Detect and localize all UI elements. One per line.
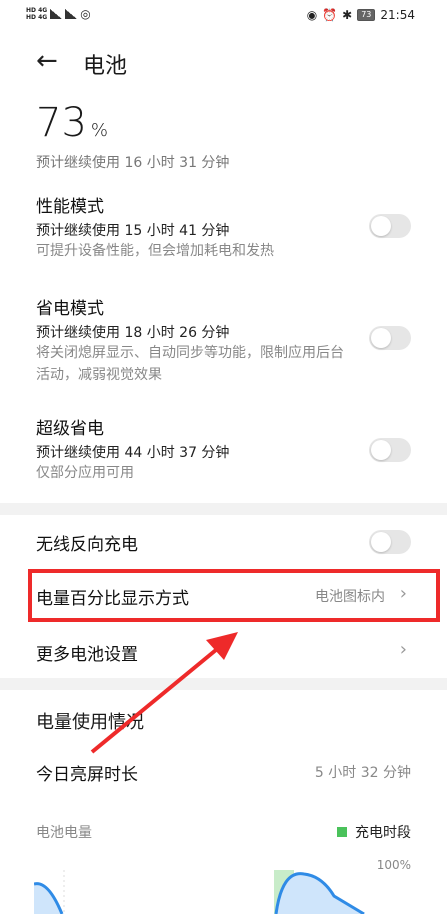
more-settings-label: 更多电池设置	[36, 645, 138, 665]
bluetooth-icon: ✱	[342, 8, 353, 22]
mode-desc: 可提升设备性能，但会增加耗电和发热	[36, 243, 274, 259]
mode-title: 性能模式	[36, 197, 104, 217]
status-right: ◉ ⏰ ✱ 73 21:54	[307, 8, 415, 22]
mode-estimate: 预计继续使用 44 小时 37 分钟	[36, 445, 230, 461]
mode-desc: 将关闭熄屏显示、自动同步等功能，限制应用后台活动，减弱视觉效果	[36, 345, 344, 383]
ultra-power-saving-toggle[interactable]	[369, 438, 411, 462]
usage-title: 电量使用情况	[36, 712, 144, 733]
more-settings-row[interactable]: 更多电池设置 ›	[0, 628, 447, 674]
battery-percent: 73%	[36, 100, 109, 146]
mode-desc: 仅部分应用可用	[36, 465, 134, 481]
highlight-box	[28, 569, 440, 622]
ultra-power-saving-row[interactable]: 超级省电 预计继续使用 44 小时 37 分钟 仅部分应用可用	[0, 412, 447, 488]
legend-swatch	[337, 827, 347, 837]
eye-icon: ◉	[306, 8, 318, 22]
screen-time-row: 今日亮屏时长 5 小时 32 分钟	[0, 750, 447, 796]
section-divider	[0, 503, 447, 515]
battery-chart	[34, 870, 365, 914]
alarm-icon: ⏰	[322, 8, 338, 22]
performance-mode-toggle[interactable]	[369, 214, 411, 238]
power-saving-toggle[interactable]	[369, 326, 411, 350]
chart-legend: 充电时段	[337, 822, 411, 842]
remaining-time: 预计继续使用 16 小时 31 分钟	[36, 155, 230, 171]
mode-title: 超级省电	[36, 419, 104, 439]
chevron-right-icon: ›	[399, 639, 407, 660]
mode-estimate: 预计继续使用 15 小时 41 分钟	[36, 223, 230, 239]
wireless-reverse-label: 无线反向充电	[36, 535, 138, 555]
top-bar: ← 电池	[0, 40, 447, 84]
section-divider	[0, 678, 447, 690]
wifi-icon: ◎	[80, 7, 91, 21]
wireless-reverse-row[interactable]: 无线反向充电	[0, 518, 447, 564]
chart-label: 电池电量	[36, 825, 92, 841]
network-type: HD 4G HD 4G	[26, 7, 48, 21]
wireless-reverse-toggle[interactable]	[369, 530, 411, 554]
arrow-left-icon[interactable]: ←	[36, 48, 58, 74]
mode-estimate: 预计继续使用 18 小时 26 分钟	[36, 325, 230, 341]
power-saving-row[interactable]: 省电模式 预计继续使用 18 小时 26 分钟 将关闭熄屏显示、自动同步等功能，…	[0, 292, 447, 388]
legend-label: 充电时段	[355, 825, 411, 841]
clock: 21:54	[380, 8, 415, 22]
performance-mode-row[interactable]: 性能模式 预计继续使用 15 小时 41 分钟 可提升设备性能，但会增加耗电和发…	[0, 190, 447, 270]
screen-time-value: 5 小时 32 分钟	[314, 765, 411, 781]
signal-icon	[50, 9, 63, 19]
page-title: 电池	[83, 54, 128, 79]
status-bar: HD 4G HD 4G ◎ ◉ ⏰ ✱ 73 21:54	[0, 0, 447, 32]
battery-icon: 73	[357, 9, 376, 21]
signal-icon-2	[65, 9, 78, 19]
signal-group: HD 4G HD 4G ◎	[26, 7, 91, 21]
screen-time-label: 今日亮屏时长	[36, 765, 138, 785]
mode-title: 省电模式	[36, 299, 104, 319]
